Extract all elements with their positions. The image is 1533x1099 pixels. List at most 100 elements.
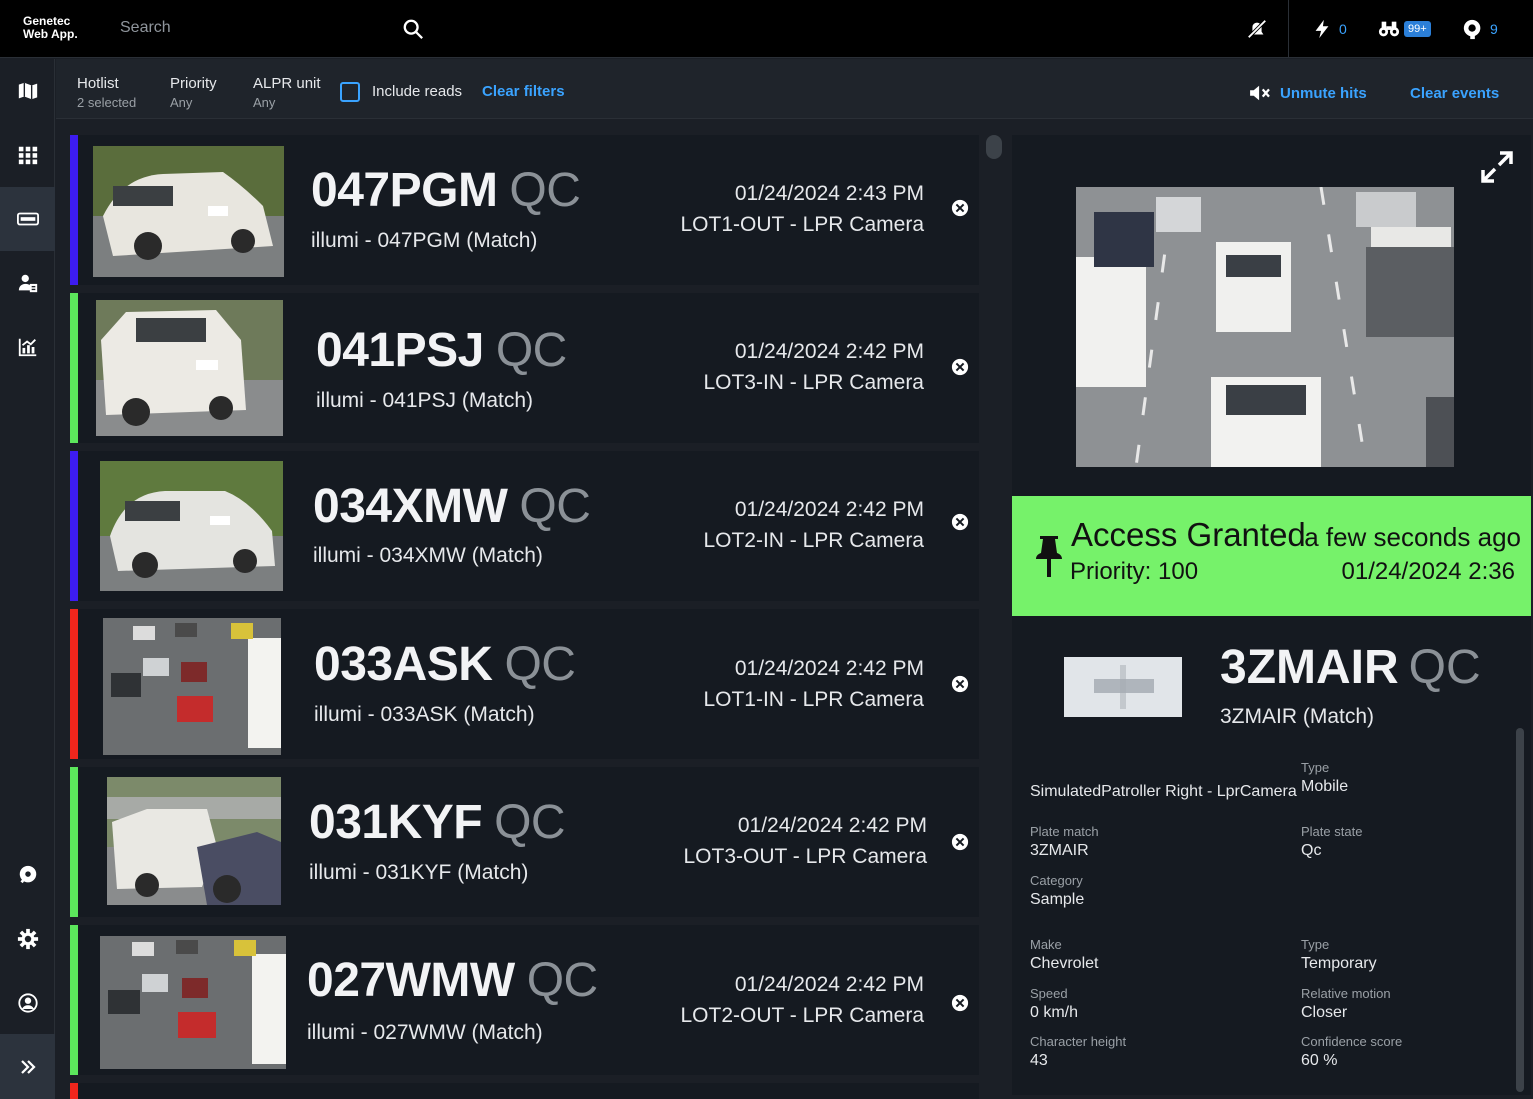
- search-icon[interactable]: [402, 18, 424, 40]
- filter-bar: Hotlist 2 selected Priority Any ALPR uni…: [56, 59, 1533, 119]
- list-scrollbar[interactable]: [986, 135, 1002, 159]
- event-row[interactable]: 034XMW QC illumi - 034XMW (Match) 01/24/2…: [70, 451, 979, 601]
- plate-state-field: Plate state Qc: [1301, 824, 1362, 860]
- make-field: Make Chevrolet: [1030, 937, 1098, 973]
- filter-priority-label: Priority: [170, 75, 217, 92]
- car-image: [93, 146, 284, 277]
- map-icon: [18, 82, 37, 100]
- speaker-muted-icon[interactable]: [1249, 84, 1271, 102]
- category-value: Sample: [1030, 891, 1085, 908]
- unit-type-field: Type Mobile: [1301, 760, 1348, 796]
- sidebar: [0, 59, 55, 1099]
- plate-text: 027WMW: [307, 954, 515, 1007]
- relative-motion-field: Relative motion Closer: [1301, 986, 1391, 1022]
- confidence-value: 60 %: [1301, 1052, 1338, 1069]
- plate-match: illumi - 047PGM (Match): [311, 229, 538, 252]
- filter-priority[interactable]: Priority Any: [170, 75, 217, 110]
- user-icon: [17, 993, 38, 1013]
- priority-color-bar: [70, 1083, 78, 1099]
- filter-hotlist-label: Hotlist: [77, 75, 119, 92]
- category-field: Category Sample: [1030, 873, 1084, 909]
- make-label: Make: [1030, 937, 1062, 952]
- search-input[interactable]: Search: [120, 19, 171, 37]
- plate-match: illumi - 033ASK (Match): [314, 703, 535, 726]
- plate-state: QC: [494, 796, 566, 849]
- close-icon[interactable]: [951, 513, 969, 531]
- plate-match-field: Plate match 3ZMAIR: [1030, 824, 1099, 860]
- plate-state: QC: [519, 480, 591, 533]
- plate-text: 047PGM: [311, 164, 498, 217]
- category-label: Category: [1030, 873, 1083, 888]
- event-row[interactable]: 033ASK QC illumi - 033ASK (Match) 01/24/2…: [70, 609, 979, 759]
- binoculars-icon: [1378, 21, 1400, 37]
- priority-color-bar: [70, 293, 78, 443]
- event-row[interactable]: 031KYF QC illumi - 031KYF (Match) 01/24/2…: [70, 767, 979, 917]
- vehicle-type-field: Type Temporary: [1301, 937, 1377, 973]
- make-value: Chevrolet: [1030, 955, 1099, 972]
- top-bar: Genetec Web App. Search 0 99+ 9: [0, 0, 1533, 58]
- event-camera: LOT1-OUT - LPR Camera: [680, 213, 925, 236]
- nav-analytics[interactable]: [0, 315, 55, 379]
- detail-plate-match: 3ZMAIR (Match): [1220, 705, 1375, 728]
- plate-text: 033ASK: [314, 638, 493, 691]
- events-button[interactable]: 0: [1311, 0, 1347, 58]
- close-icon[interactable]: [951, 199, 969, 217]
- nav-dashboard[interactable]: [0, 123, 55, 187]
- speed-label: Speed: [1030, 986, 1068, 1001]
- alarm-banner[interactable]: Access Granted a few seconds ago Priorit…: [1012, 496, 1531, 616]
- vehicle-thumbnail: [96, 300, 283, 436]
- close-icon[interactable]: [951, 833, 969, 851]
- plate-state: QC: [526, 954, 599, 1007]
- event-row[interactable]: 047PGM QC illumi - 047PGM (Match) 01/24/2…: [70, 135, 979, 285]
- events-count: 0: [1339, 21, 1347, 37]
- pin-icon[interactable]: [1034, 534, 1064, 578]
- hotlist-hits-button[interactable]: 99+: [1378, 0, 1431, 58]
- nav-reports[interactable]: [0, 251, 55, 315]
- event-camera: LOT1-IN - LPR Camera: [703, 688, 924, 711]
- alarm-relative-time: a few seconds ago: [1304, 522, 1521, 552]
- plate-number: 033ASK QC: [314, 637, 576, 692]
- confidence-field: Confidence score 60 %: [1301, 1034, 1402, 1070]
- event-row-partial[interactable]: [70, 1083, 979, 1099]
- include-reads-label[interactable]: Include reads: [372, 83, 462, 100]
- include-reads-checkbox[interactable]: [340, 82, 360, 102]
- event-datetime: 01/24/2024 2:42 PM: [734, 973, 924, 996]
- mute-notifications-button[interactable]: [1246, 0, 1268, 58]
- event-row[interactable]: 027WMW QC illumi - 027WMW (Match) 01/24/2…: [70, 925, 979, 1075]
- filter-hotlist[interactable]: Hotlist 2 selected: [77, 75, 136, 110]
- plate-text: 041PSJ: [316, 324, 484, 377]
- traffic-image: [1076, 187, 1454, 467]
- plate-state-value: Qc: [1301, 842, 1322, 859]
- clear-events-button[interactable]: Clear events: [1410, 85, 1499, 102]
- relative-motion-label: Relative motion: [1301, 986, 1391, 1001]
- nav-alpr[interactable]: [0, 187, 55, 251]
- plate-number: 034XMW QC: [313, 479, 591, 534]
- plate-state-label: Plate state: [1301, 824, 1363, 839]
- vehicle-thumbnail: [93, 146, 284, 277]
- divider: [1288, 0, 1289, 58]
- event-datetime: 01/24/2024 2:42 PM: [734, 498, 924, 521]
- clear-filters-link[interactable]: Clear filters: [482, 83, 565, 100]
- alerts-button[interactable]: 9: [1462, 0, 1498, 58]
- plate-number: 027WMW QC: [307, 953, 598, 1008]
- app-logo[interactable]: Genetec Web App.: [23, 15, 78, 41]
- event-row[interactable]: 041PSJ QC illumi - 041PSJ (Match) 01/24/2…: [70, 293, 979, 443]
- expand-icon[interactable]: [1480, 150, 1514, 184]
- nav-map[interactable]: [0, 59, 55, 123]
- filter-hotlist-value: 2 selected: [77, 95, 137, 110]
- event-datetime: 01/24/2024 2:42 PM: [734, 657, 924, 680]
- close-icon[interactable]: [951, 994, 969, 1012]
- filter-alpr-unit[interactable]: ALPR unit Any: [253, 75, 321, 110]
- alarm-timestamp: 01/24/2024 2:36: [1341, 558, 1516, 585]
- nav-feedback[interactable]: [0, 843, 55, 907]
- chevron-double-right-icon: [20, 1059, 36, 1074]
- unmute-hits-button[interactable]: Unmute hits: [1280, 85, 1367, 102]
- detail-plate-number: 3ZMAIR QC: [1220, 640, 1481, 695]
- nav-account[interactable]: [0, 971, 55, 1035]
- close-icon[interactable]: [951, 675, 969, 693]
- detail-scrollbar[interactable]: [1516, 728, 1524, 1092]
- close-icon[interactable]: [951, 358, 969, 376]
- plate-match: illumi - 041PSJ (Match): [316, 389, 534, 412]
- nav-settings[interactable]: [0, 907, 55, 971]
- expand-sidebar-button[interactable]: [0, 1034, 55, 1099]
